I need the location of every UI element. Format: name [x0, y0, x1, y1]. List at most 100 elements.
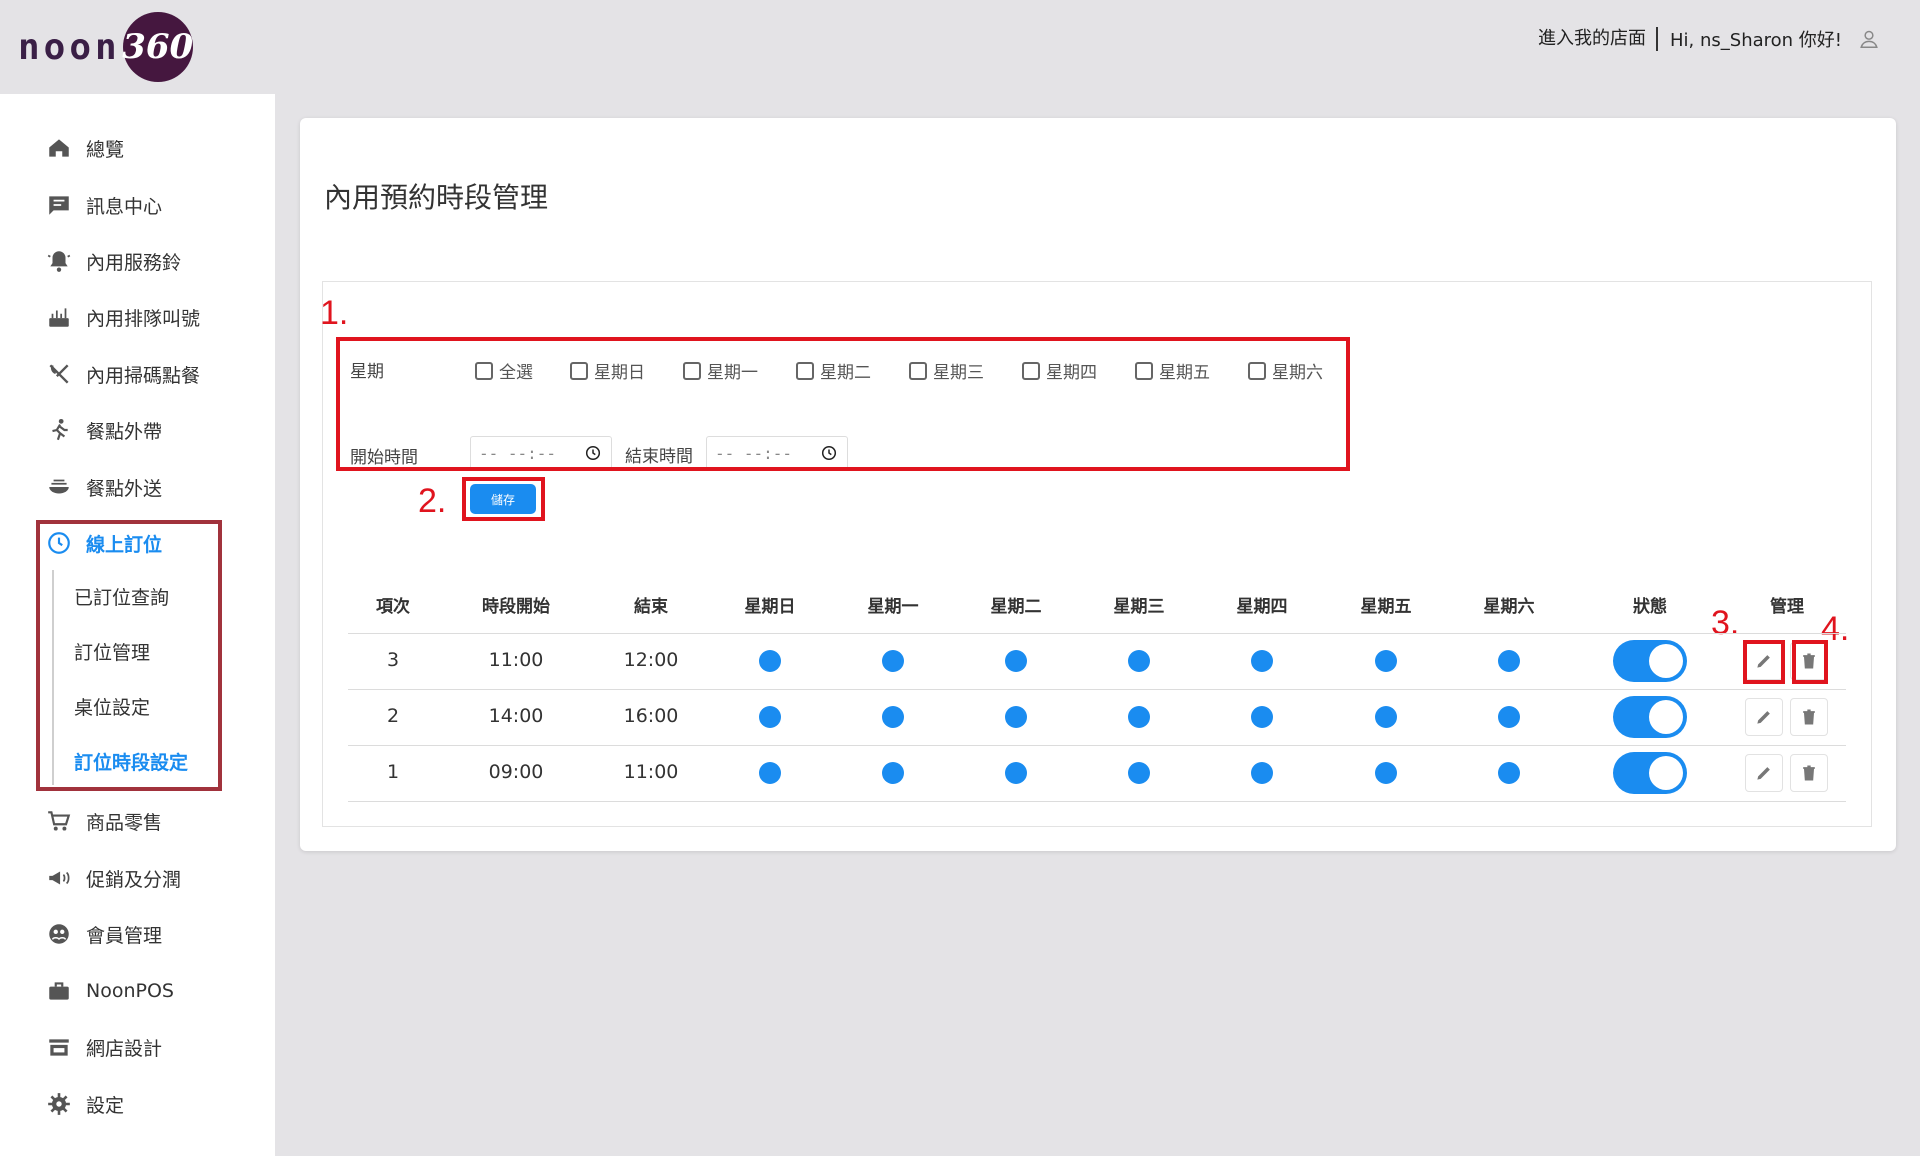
annotation-marker-2: 2.	[418, 482, 447, 520]
trash-icon	[1803, 765, 1815, 781]
weekday-active-dot	[1005, 650, 1027, 672]
utensils-icon	[44, 359, 74, 389]
logo-word: noon	[18, 26, 121, 68]
sidebar-item-label: 設定	[86, 1094, 125, 1117]
delete-button[interactable]	[1790, 754, 1828, 792]
toggle-knob	[1649, 756, 1683, 790]
weekday-active-dot	[759, 650, 781, 672]
brand-logo[interactable]: noon 360	[18, 12, 193, 82]
weekday-active-dot	[1498, 650, 1520, 672]
table-row-divider	[348, 633, 1846, 634]
toggle-knob	[1649, 644, 1683, 678]
sidebar-item-label: 內用掃碼點餐	[86, 364, 201, 387]
sidebar-item-label: NoonPOS	[86, 980, 174, 1002]
weekday-active-dot	[1128, 762, 1150, 784]
user-greeting: Hi, ns_Sharon 你好!	[1670, 30, 1842, 51]
edit-button[interactable]	[1745, 754, 1783, 792]
user-icon[interactable]	[1858, 28, 1880, 50]
sidebar-item-0[interactable]: 總覽	[44, 133, 124, 163]
status-toggle[interactable]	[1613, 752, 1687, 794]
toggle-knob	[1649, 700, 1683, 734]
weekday-active-dot	[1375, 762, 1397, 784]
pencil-icon	[1757, 767, 1770, 780]
sidebar-item-label: 會員管理	[86, 924, 163, 947]
trash-icon	[1803, 709, 1815, 725]
status-toggle[interactable]	[1613, 640, 1687, 682]
members-icon	[44, 919, 74, 949]
annotation-box-online-booking	[36, 520, 222, 791]
weekday-active-dot	[1128, 706, 1150, 728]
table-header-1: 時段開始	[482, 597, 550, 617]
sidebar-item-9[interactable]: 促銷及分潤	[44, 863, 181, 893]
weekday-active-dot	[1498, 706, 1520, 728]
table-header-9: 星期六	[1483, 597, 1535, 617]
top-nav: 進入我的店面 Hi, ns_Sharon 你好!	[1538, 26, 1880, 52]
weekday-active-dot	[759, 762, 781, 784]
bell-icon	[44, 246, 74, 276]
weekday-active-dot	[1251, 650, 1273, 672]
table-cell-start: 09:00	[488, 761, 544, 783]
logo-badge: 360	[122, 12, 193, 82]
weekday-active-dot	[882, 650, 904, 672]
weekday-active-dot	[1251, 706, 1273, 728]
table-header-3: 星期日	[744, 597, 796, 617]
message-icon	[44, 190, 74, 220]
pencil-icon	[1757, 711, 1770, 724]
top-bar: noon 360 進入我的店面 Hi, ns_Sharon 你好!	[0, 0, 1920, 94]
sidebar-item-2[interactable]: 內用服務鈴	[44, 246, 181, 276]
table-cell-end: 16:00	[623, 705, 679, 727]
weekday-active-dot	[1375, 650, 1397, 672]
sidebar-item-label: 訊息中心	[86, 195, 163, 218]
weekday-active-dot	[1375, 706, 1397, 728]
table-header-8: 星期五	[1360, 597, 1412, 617]
store-link[interactable]: 進入我的店面	[1538, 27, 1658, 51]
sidebar-item-label: 餐點外帶	[86, 420, 163, 443]
weekday-active-dot	[1005, 706, 1027, 728]
sidebar-item-10[interactable]: 會員管理	[44, 919, 162, 949]
annotation-marker-3: 3.	[1711, 604, 1740, 642]
sidebar-item-label: 促銷及分潤	[86, 868, 182, 891]
table-cell-end: 11:00	[623, 761, 679, 783]
table-header-2: 結束	[634, 597, 668, 617]
table-row-divider	[348, 801, 1846, 802]
table-header-6: 星期三	[1113, 597, 1165, 617]
table-cell-end: 12:00	[623, 649, 679, 671]
annotation-box-form	[336, 337, 1350, 471]
sidebar-item-label: 網店設計	[86, 1037, 163, 1060]
table-header-7: 星期四	[1236, 597, 1288, 617]
status-toggle[interactable]	[1613, 696, 1687, 738]
sidebar-item-5[interactable]: 餐點外帶	[44, 415, 162, 445]
table-header-5: 星期二	[990, 597, 1042, 617]
delete-button[interactable]	[1790, 698, 1828, 736]
sidebar-item-1[interactable]: 訊息中心	[44, 190, 162, 220]
queue-icon	[44, 302, 74, 332]
sidebar-item-6[interactable]: 餐點外送	[44, 472, 162, 502]
megaphone-icon	[44, 863, 74, 893]
home-icon	[44, 133, 74, 163]
table-cell-index: 3	[386, 649, 400, 671]
weekday-active-dot	[882, 706, 904, 728]
sidebar-item-label: 商品零售	[86, 811, 163, 834]
sidebar-item-3[interactable]: 內用排隊叫號	[44, 302, 200, 332]
sidebar-item-11[interactable]: NoonPOS	[44, 976, 174, 1006]
annotation-box-delete	[1792, 640, 1828, 684]
annotation-box-edit	[1743, 640, 1785, 684]
table-header-11: 管理	[1770, 597, 1804, 617]
table-cell-index: 1	[386, 761, 400, 783]
sidebar-item-label: 內用服務鈴	[86, 251, 182, 274]
delivery-icon	[44, 472, 74, 502]
sidebar-item-8[interactable]: 商品零售	[44, 806, 162, 836]
weekday-active-dot	[882, 762, 904, 784]
table-row-divider	[348, 745, 1846, 746]
sidebar-item-12[interactable]: 網店設計	[44, 1032, 162, 1062]
gear-icon	[44, 1089, 74, 1119]
weekday-active-dot	[759, 706, 781, 728]
table-row-divider	[348, 689, 1846, 690]
sidebar-item-label: 餐點外送	[86, 477, 163, 500]
edit-button[interactable]	[1745, 698, 1783, 736]
sidebar-item-label: 總覽	[86, 138, 125, 161]
walk-icon	[44, 415, 74, 445]
sidebar-item-13[interactable]: 設定	[44, 1089, 124, 1119]
page-title: 內用預約時段管理	[324, 181, 549, 214]
sidebar-item-4[interactable]: 內用掃碼點餐	[44, 359, 200, 389]
